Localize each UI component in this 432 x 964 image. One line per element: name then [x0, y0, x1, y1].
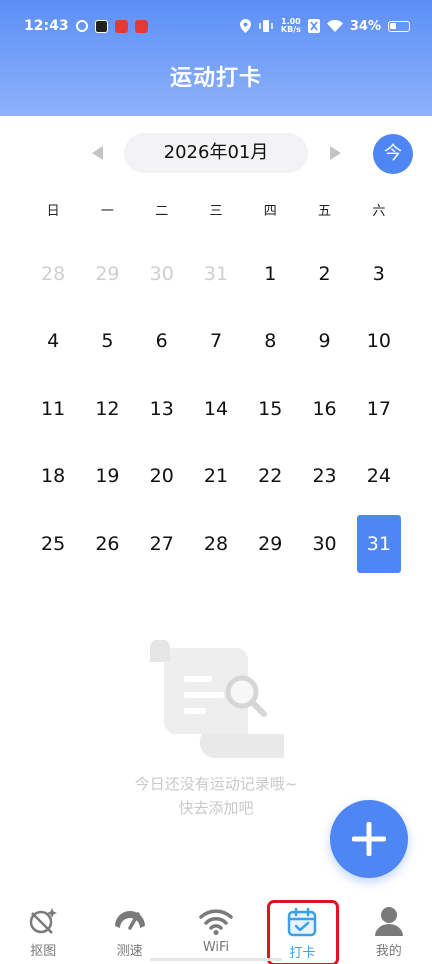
calendar-day[interactable]: 31 [189, 240, 243, 308]
calendar-day[interactable]: 7 [189, 308, 243, 376]
calendar-day[interactable]: 4 [26, 308, 80, 376]
nav-item-checkin[interactable]: 打卡 [259, 894, 345, 964]
empty-state-line1: 今日还没有运动记录哦~ [134, 775, 298, 793]
calendar-day[interactable]: 23 [297, 443, 351, 511]
calendar-day[interactable]: 11 [26, 375, 80, 443]
calendar-day[interactable]: 9 [297, 308, 351, 376]
month-navigation: 2026年01月 今 [0, 132, 432, 176]
weekday-label: 日 [46, 204, 60, 219]
calendar-day[interactable]: 12 [80, 375, 134, 443]
battery-icon [388, 20, 410, 32]
calendar-week-row: 11 12 13 14 15 16 17 [26, 375, 406, 443]
nav-item-wifi[interactable]: WiFi [173, 894, 259, 964]
calendar-week-row: 28 29 30 31 1 2 3 [26, 240, 406, 308]
calendar-day[interactable]: 5 [80, 308, 134, 376]
calendar-day[interactable]: 19 [80, 443, 134, 511]
page-title: 运动打卡 [169, 66, 262, 91]
header-bar: 12:43 1.00 KB/s 34% 运动打卡 [0, 0, 432, 116]
next-month-arrow-icon[interactable] [330, 146, 341, 160]
status-bar: 12:43 1.00 KB/s 34% [0, 0, 432, 52]
calendar-day[interactable]: 26 [80, 510, 134, 578]
plus-icon [352, 822, 386, 856]
calendar-day[interactable]: 14 [189, 375, 243, 443]
calendar-week-row: 4 5 6 7 8 9 10 [26, 308, 406, 376]
app-notification-icon [114, 19, 128, 33]
month-selector[interactable]: 2026年01月 [124, 133, 308, 173]
today-button[interactable]: 今 [373, 134, 413, 174]
calendar-day[interactable]: 6 [135, 308, 189, 376]
calendar-grid: 28 29 30 31 1 2 3 4 5 6 7 8 9 10 11 12 1… [26, 240, 406, 578]
nav-item-cutout[interactable]: 抠图 [0, 894, 86, 964]
weekday-label: 五 [318, 204, 332, 219]
empty-scroll-illustration-icon [150, 640, 284, 759]
weekday-label: 三 [209, 204, 223, 219]
battery-percent: 34% [349, 18, 381, 34]
calendar-day[interactable]: 28 [26, 240, 80, 308]
calendar-week-row: 18 19 20 21 22 23 24 [26, 443, 406, 511]
calendar-day[interactable]: 29 [80, 240, 134, 308]
calendar-day-selected[interactable]: 31 [352, 510, 406, 578]
cutout-icon [29, 908, 58, 934]
status-time: 12:43 [24, 18, 69, 34]
calendar-day[interactable]: 30 [135, 240, 189, 308]
wifi-status-icon [326, 20, 343, 32]
home-indicator [150, 958, 282, 961]
calendar-day[interactable]: 24 [352, 443, 406, 511]
location-icon [239, 19, 251, 33]
net-speed: 1.00 KB/s [280, 17, 301, 34]
calendar-day[interactable]: 21 [189, 443, 243, 511]
weekday-header: 日 一 二 三 四 五 六 [26, 200, 406, 219]
nav-item-profile[interactable]: 我的 [346, 894, 432, 964]
calendar-week-row: 25 26 27 28 29 30 31 [26, 510, 406, 578]
calendar-day[interactable]: 18 [26, 443, 80, 511]
calendar-day[interactable]: 17 [352, 375, 406, 443]
calendar-day[interactable]: 10 [352, 308, 406, 376]
calendar-day[interactable]: 16 [297, 375, 351, 443]
calendar-day[interactable]: 22 [243, 443, 297, 511]
calendar-check-icon [288, 907, 317, 937]
signal-off-icon [307, 19, 320, 33]
weekday-label: 二 [155, 204, 169, 219]
app-notification-icon [134, 19, 148, 33]
speedometer-icon [114, 911, 145, 930]
calendar-day[interactable]: 15 [243, 375, 297, 443]
calendar-day[interactable]: 25 [26, 510, 80, 578]
calendar-day[interactable]: 2 [297, 240, 351, 308]
weekday-label: 四 [263, 204, 277, 219]
vibrate-icon [259, 20, 273, 32]
person-icon [374, 907, 403, 936]
previous-month-arrow-icon[interactable] [92, 146, 103, 160]
calendar-day[interactable]: 3 [352, 240, 406, 308]
app-notification-icon [75, 20, 88, 32]
nav-item-speedtest[interactable]: 测速 [86, 894, 172, 964]
app-notification-icon [94, 19, 108, 33]
calendar-day[interactable]: 13 [135, 375, 189, 443]
calendar-day[interactable]: 29 [243, 510, 297, 578]
calendar-day[interactable]: 1 [243, 240, 297, 308]
wifi-icon [199, 909, 233, 935]
calendar-day[interactable]: 28 [189, 510, 243, 578]
weekday-label: 六 [372, 204, 386, 219]
calendar-day[interactable]: 20 [135, 443, 189, 511]
weekday-label: 一 [100, 204, 114, 219]
calendar-day[interactable]: 8 [243, 308, 297, 376]
calendar-day[interactable]: 30 [297, 510, 351, 578]
calendar-day[interactable]: 27 [135, 510, 189, 578]
bottom-navigation: 抠图 测速 WiFi 打卡 我的 [0, 894, 432, 964]
add-record-button[interactable] [330, 800, 408, 878]
